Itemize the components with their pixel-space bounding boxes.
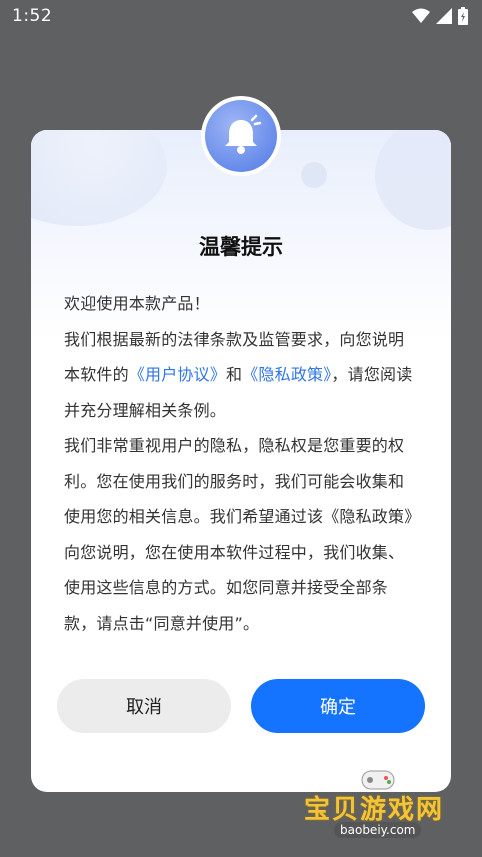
user-agreement-link[interactable]: 《用户协议》 (129, 365, 226, 384)
decor-circle (301, 162, 327, 188)
intro-paragraph: 我们根据最新的法律条款及监管要求，向您说明本软件的《用户协议》和《隐私政策》，请… (64, 329, 413, 420)
dialog-title: 温馨提示 (199, 235, 283, 259)
cancel-button[interactable]: 取消 (57, 679, 231, 733)
privacy-paragraph: 我们非常重视用户的隐私，隐私权是您重要的权利。您在使用我们的服务时，我们可能会收… (64, 436, 413, 633)
watermark-url: baobeiy.com (334, 822, 422, 838)
watermark-text: 宝贝游戏网 (304, 795, 445, 825)
confirm-button[interactable]: 确定 (251, 679, 425, 733)
bell-icon (205, 100, 277, 172)
wifi-icon (412, 8, 430, 23)
dialog-body: 欢迎使用本款产品！ 我们根据最新的法律条款及监管要求，向您说明本软件的《用户协议… (64, 286, 414, 641)
status-icons (412, 7, 468, 25)
battery-icon (458, 7, 468, 25)
welcome-text: 欢迎使用本款产品！ (64, 294, 210, 313)
watermark-logo: 宝贝游戏网 baobeiy.com (300, 765, 460, 845)
status-bar: 1:52 (0, 0, 482, 33)
bell-badge (201, 96, 281, 176)
status-time: 1:52 (12, 6, 53, 26)
privacy-policy-link[interactable]: 《隐私政策》 (242, 365, 331, 384)
signal-icon (436, 8, 452, 24)
